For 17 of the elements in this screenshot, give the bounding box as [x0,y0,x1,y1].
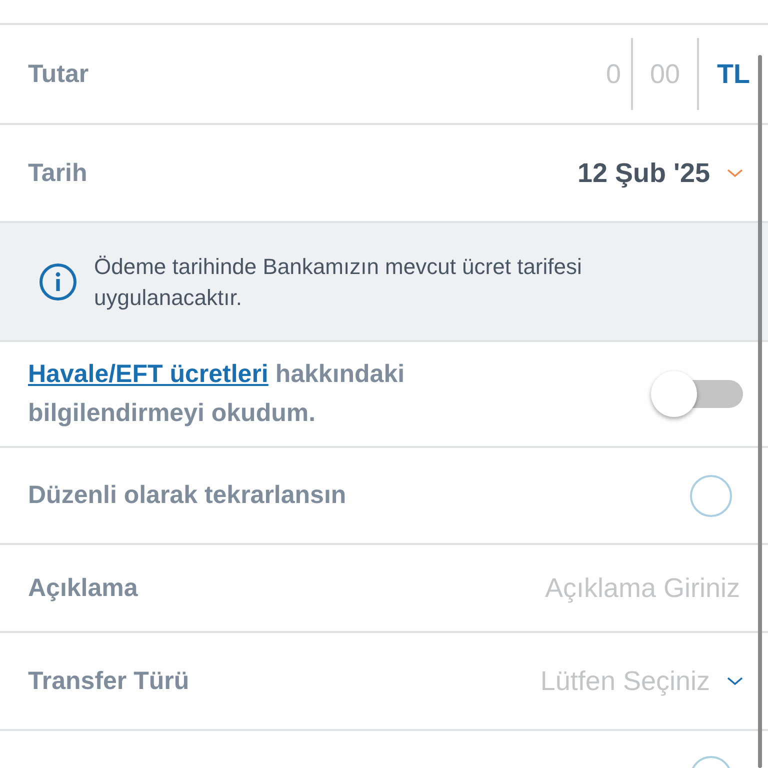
info-text: Ödeme tarihinde Bankamızın mevcut ücret tarifesi uygulanacaktır. [94,252,583,312]
fees-link[interactable]: Havale/EFT ücretleri [28,360,268,388]
field-label: Düzenli olarak tekrarlansın [28,481,346,510]
chevron-down-icon [726,676,744,686]
info-icon [38,262,78,302]
consent-text: Havale/EFT ücretleri hakkındaki bilgilendirmeyi okudum. [28,359,406,429]
cents-field[interactable]: 00 [633,38,699,110]
currency-label: TL [717,58,750,90]
radio-button[interactable] [690,474,732,516]
field-label: Transfer Türü [28,666,190,696]
field-label: Tutar [28,60,89,88]
field-label: Tarih [28,158,88,188]
field-label: Açıklama [28,574,138,602]
scrollbar[interactable] [758,55,762,768]
chevron-down-icon [726,168,744,178]
date-picker[interactable]: 12 Şub '25 [578,158,744,188]
amount-field[interactable]: 0 [583,38,633,110]
